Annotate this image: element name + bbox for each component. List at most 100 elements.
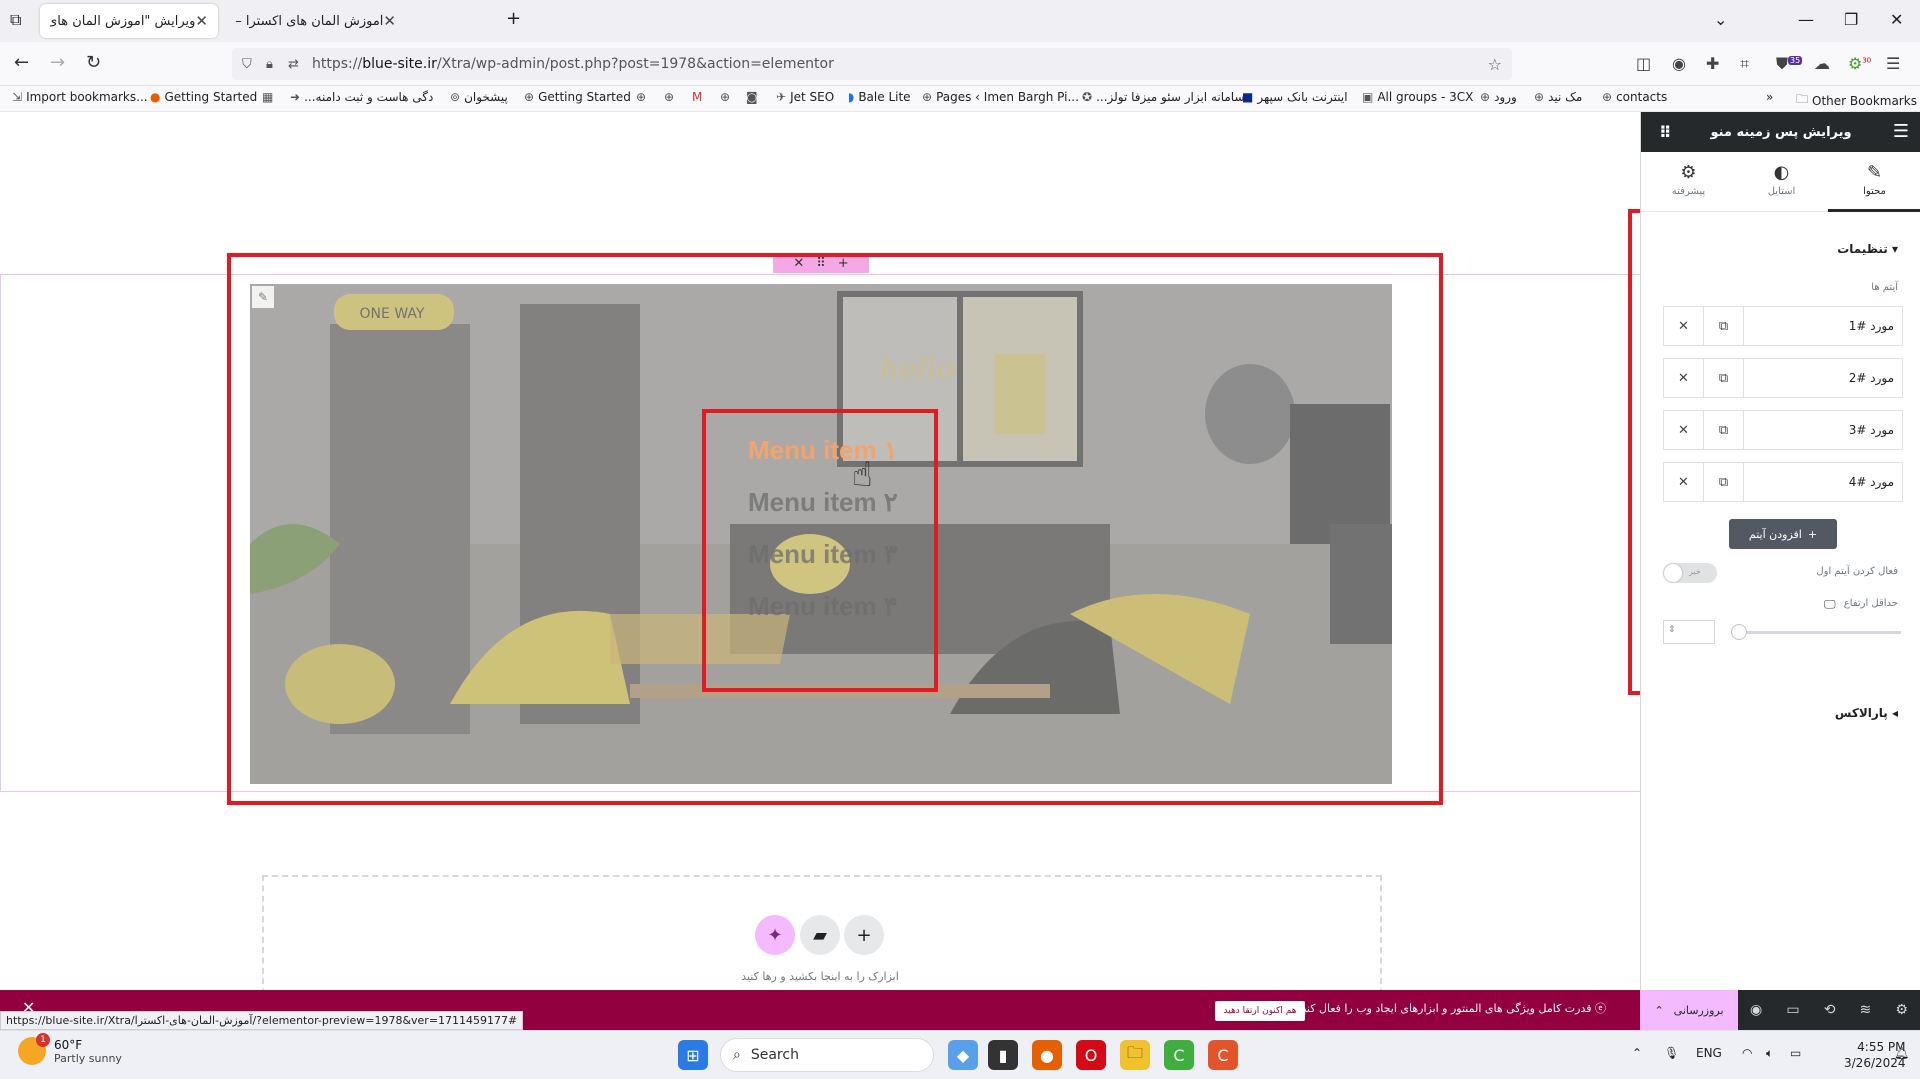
bookmark-item[interactable]: ⊕ contacts [1602, 90, 1667, 104]
spinner-icon[interactable]: ⇕ [1668, 625, 1676, 635]
bookmark-item[interactable]: ◙ [746, 90, 758, 104]
eye-icon[interactable]: ◉ [1750, 1002, 1762, 1018]
remove-item-icon[interactable]: ✕ [1664, 463, 1704, 501]
star-icon[interactable]: ☆ [1488, 55, 1502, 74]
restore-icon[interactable]: ❐ [1844, 10, 1858, 29]
duplicate-item-icon[interactable]: ⧉ [1704, 307, 1744, 345]
tray-chevron-icon[interactable]: ⌃ [1632, 1046, 1642, 1060]
new-tab-icon[interactable]: + [506, 8, 521, 29]
tab-edit-page[interactable]: ویرایش "آموزش المان های اکسترا – ع ✕ [40, 4, 218, 38]
bookmark-item[interactable]: ▣ All groups - 3CX [1362, 90, 1473, 104]
forward-icon[interactable]: → [50, 52, 65, 73]
microphone-icon[interactable]: 🎙︎ [1664, 1046, 1679, 1060]
extensions-icon[interactable]: ✚ [1706, 54, 1719, 73]
section-settings-toggle[interactable]: ▾ تنظیمات [1837, 242, 1898, 256]
bookmark-item[interactable]: ▦ [262, 90, 273, 104]
camtasia-icon[interactable]: C [1164, 1040, 1194, 1070]
lock-icon[interactable]: 🔒︎ [266, 57, 273, 72]
close-icon[interactable]: ✕ [195, 12, 208, 30]
tab-content[interactable]: ✎ محتوا [1828, 152, 1920, 212]
battery-icon[interactable]: ▭ [1790, 1046, 1801, 1060]
account-icon[interactable]: ◉ [1672, 54, 1686, 73]
minimize-icon[interactable]: — [1798, 10, 1814, 29]
back-icon[interactable]: ← [14, 52, 29, 73]
bookmark-item[interactable]: 🗀 Other Bookmarks [1796, 90, 1917, 111]
address-bar[interactable]: ⛉ 🔒︎ ⇄ https://blue-site.ir/Xtra/wp-admi… [232, 48, 1512, 80]
layers-icon[interactable]: ≋ [1860, 1002, 1872, 1018]
min-height-slider[interactable] [1731, 624, 1901, 640]
firefox-taskbar-icon[interactable]: ● [1032, 1040, 1062, 1070]
bookmark-item[interactable]: ■ اینترنت بانک سپهر [1242, 90, 1348, 104]
bookmark-item[interactable]: ⊕ [636, 90, 646, 104]
responsive-icon[interactable]: ▭ [1786, 1002, 1799, 1018]
close-icon[interactable]: ✕ [383, 12, 396, 30]
add-section-plus-icon[interactable]: + [844, 915, 884, 955]
volume-icon[interactable]: 🔈︎ [1766, 1046, 1773, 1061]
activate-first-toggle[interactable]: خیر [1663, 563, 1717, 583]
task-view-icon[interactable]: ▮ [988, 1040, 1018, 1070]
desktop-device-icon[interactable]: 🖵︎ [1824, 597, 1836, 612]
bookmark-item[interactable]: ● Getting Started [150, 90, 257, 104]
file-explorer-icon[interactable]: 🗀 [1120, 1040, 1150, 1070]
vpn-icon[interactable]: ☁ [1814, 54, 1830, 73]
bookmarks-overflow-icon[interactable]: » [1766, 90, 1773, 104]
settings-gear-icon[interactable]: ⚙ [1895, 1002, 1908, 1018]
bookmark-item[interactable]: ⊕ [664, 90, 674, 104]
repeater-item[interactable]: ✕ ⧉ مورد #1 [1663, 306, 1903, 346]
bookmark-item[interactable]: ✪ ...سامانه ابزار سئو میزفا تولز [1082, 90, 1245, 104]
repeater-item-label[interactable]: مورد #2 [1744, 359, 1902, 397]
taskbar-search[interactable]: ⌕ Search [720, 1038, 934, 1072]
copilot-icon[interactable]: ◆ [948, 1040, 978, 1070]
repeater-item[interactable]: ✕ ⧉ مورد #2 [1663, 358, 1903, 398]
slider-thumb[interactable] [1731, 624, 1747, 640]
bookmark-item[interactable]: ⊕ Pages ‹ Imen Bargh Pi... [922, 90, 1079, 104]
reload-icon[interactable]: ↻ [86, 52, 101, 73]
menu-icon[interactable]: ☰ [1886, 54, 1900, 73]
duplicate-item-icon[interactable]: ⧉ [1704, 411, 1744, 449]
remove-item-icon[interactable]: ✕ [1664, 359, 1704, 397]
permissions-icon[interactable]: ⇄ [288, 57, 299, 72]
bookmark-item[interactable]: ⊕ ورود [1480, 90, 1517, 104]
bookmark-item[interactable]: ⇲ Import bookmarks... [12, 90, 148, 104]
bookmark-item[interactable]: ◗ Bale Lite [848, 90, 911, 104]
template-folder-icon[interactable]: ▰ [800, 915, 840, 955]
bookmark-item[interactable]: ⊕ [720, 90, 730, 104]
weather-widget[interactable]: 1 60°F Partly sunny [18, 1033, 122, 1065]
repeater-item-label[interactable]: مورد #1 [1744, 307, 1902, 345]
extension-shield-icon[interactable]: ⛊ 35 [1776, 54, 1803, 74]
extension-gear-icon[interactable]: ⚙30 [1848, 54, 1871, 73]
bookmark-item[interactable]: M [692, 90, 702, 104]
repeater-item-label[interactable]: مورد #4 [1744, 463, 1902, 501]
camtasia-recorder-icon[interactable]: C [1208, 1040, 1238, 1070]
widgets-grid-icon[interactable]: ⠿ [1659, 123, 1672, 142]
tab-advanced[interactable]: ⚙ پیشرفته [1642, 152, 1735, 212]
bookmark-item[interactable]: ➜ ...دگی هاست و ثبت دامنه [290, 90, 433, 104]
upgrade-now-button[interactable]: هم اکنون ارتقا دهید [1215, 1001, 1305, 1021]
history-icon[interactable]: ⟲ [1824, 1002, 1836, 1018]
duplicate-item-icon[interactable]: ⧉ [1704, 359, 1744, 397]
add-item-button[interactable]: + افزودن آیتم [1729, 519, 1837, 549]
shield-icon[interactable]: ⛉ [242, 57, 252, 72]
crop-icon[interactable]: ⌗ [1740, 54, 1749, 74]
section-parallax-toggle[interactable]: ◂ پارالاکس [1835, 706, 1898, 720]
repeater-item[interactable]: ✕ ⧉ مورد #3 [1663, 410, 1903, 450]
update-button[interactable]: ⌃ بروزرسانی [1640, 990, 1738, 1030]
hamburger-icon[interactable]: ☰ [1893, 121, 1909, 142]
chevron-down-icon[interactable]: ⌄ [1714, 10, 1727, 29]
remove-item-icon[interactable]: ✕ [1664, 307, 1704, 345]
language-indicator[interactable]: ENG [1696, 1046, 1722, 1060]
bookmark-item[interactable]: ✈ Jet SEO [776, 90, 834, 104]
duplicate-item-icon[interactable]: ⧉ [1704, 463, 1744, 501]
remove-item-icon[interactable]: ✕ [1664, 411, 1704, 449]
bookmark-item[interactable]: ⊕ مک نید [1534, 90, 1582, 104]
ai-icon[interactable]: ✦ [755, 915, 795, 955]
tab-list-icon[interactable]: ⧉ [10, 10, 21, 30]
pocket-icon[interactable]: ◫ [1636, 54, 1651, 73]
window-close-icon[interactable]: ✕ [1890, 10, 1903, 29]
repeater-item[interactable]: ✕ ⧉ مورد #4 [1663, 462, 1903, 502]
repeater-item-label[interactable]: مورد #3 [1744, 411, 1902, 449]
min-height-input[interactable]: ⇕ [1663, 620, 1715, 644]
wifi-icon[interactable]: ◠ [1742, 1046, 1752, 1060]
notifications-icon[interactable]: 🔔︎ [1894, 1046, 1909, 1060]
tab-style[interactable]: ◐ استایل [1735, 152, 1828, 212]
